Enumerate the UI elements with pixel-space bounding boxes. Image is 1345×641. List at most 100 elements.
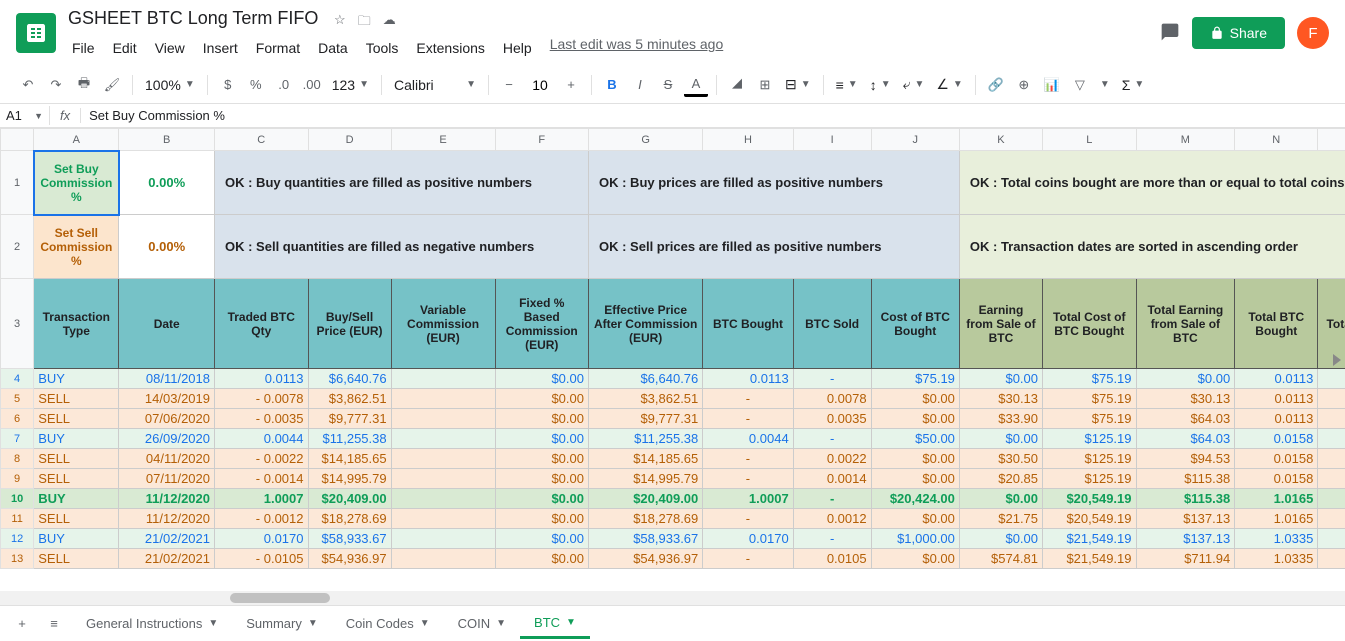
column-header[interactable]: Date (119, 279, 215, 369)
sheet-tab-btc[interactable]: BTC ▼ (520, 609, 590, 639)
cell[interactable]: $18,278.69 (589, 509, 703, 529)
cell[interactable]: $30.50 (959, 449, 1042, 469)
cell[interactable]: $0.00 (495, 449, 589, 469)
col-header-J[interactable]: J (871, 129, 959, 151)
cell[interactable]: $50.00 (871, 429, 959, 449)
cell[interactable]: $0.00 (959, 529, 1042, 549)
cell[interactable]: 0.0044 (215, 429, 309, 449)
cell[interactable]: $20,409.00 (308, 489, 391, 509)
cell[interactable]: 1.0165 (1235, 509, 1318, 529)
row-header[interactable]: 1 (1, 151, 34, 215)
cell[interactable]: $125.19 (1043, 449, 1137, 469)
cell[interactable]: SELL (34, 509, 119, 529)
cell[interactable]: 1.0007 (703, 489, 793, 509)
filter-views-button[interactable]: ▼ (1096, 77, 1114, 92)
menu-data[interactable]: Data (310, 36, 356, 60)
cell[interactable]: 11/12/2020 (119, 509, 215, 529)
cell[interactable]: 0.0158 (1235, 449, 1318, 469)
cell[interactable]: - (703, 389, 793, 409)
chart-button[interactable]: 📊 (1040, 73, 1064, 97)
add-sheet-button[interactable]: + (8, 610, 36, 638)
sheets-logo[interactable] (16, 13, 56, 53)
cell[interactable]: $58,933.67 (589, 529, 703, 549)
horizontal-scrollbar[interactable] (0, 591, 1345, 605)
cell[interactable] (391, 409, 495, 429)
cell[interactable]: 0.0113 (1235, 409, 1318, 429)
cell[interactable]: $0.00 (495, 389, 589, 409)
cell[interactable]: 0.0014 (793, 469, 871, 489)
print-button[interactable]: 🖶 (72, 73, 96, 97)
cell[interactable]: $21.75 (959, 509, 1042, 529)
cell[interactable]: $0.00 (871, 509, 959, 529)
cell[interactable]: 1.0007 (215, 489, 309, 509)
merge-button[interactable]: ⊟▼ (781, 74, 815, 95)
cell[interactable]: $75.19 (1043, 409, 1137, 429)
cell[interactable]: $54,936.97 (589, 549, 703, 569)
cell[interactable]: SELL (34, 449, 119, 469)
all-sheets-button[interactable]: ≡ (40, 610, 68, 638)
cell[interactable]: SELL (34, 549, 119, 569)
document-title[interactable]: GSHEET BTC Long Term FIFO (64, 6, 322, 31)
last-edit-link[interactable]: Last edit was 5 minutes ago (550, 36, 724, 60)
cell[interactable]: 21/02/2021 (119, 529, 215, 549)
cell[interactable]: $0.00 (1136, 369, 1235, 389)
dec-increase-button[interactable]: .00 (300, 73, 324, 97)
cell[interactable]: 0.0044 (703, 429, 793, 449)
cell[interactable]: $20.85 (959, 469, 1042, 489)
cell[interactable]: $0.00 (871, 389, 959, 409)
cell[interactable]: $0.00 (959, 369, 1042, 389)
text-color-button[interactable]: A (684, 73, 708, 97)
cell[interactable]: $125.19 (1043, 429, 1137, 449)
cell[interactable]: $0.00 (871, 409, 959, 429)
cell[interactable]: BUY (34, 489, 119, 509)
spreadsheet-grid[interactable]: ABCDEFGHIJKLMN 1 Set Buy Commission % 0.… (0, 128, 1345, 591)
share-button[interactable]: Share (1192, 17, 1285, 49)
column-header[interactable]: Total BTC Bought (1235, 279, 1318, 369)
halign-button[interactable]: ≡▼ (832, 75, 862, 95)
font-select[interactable]: Calibri▼ (390, 75, 480, 95)
cell[interactable]: $30.13 (1136, 389, 1235, 409)
col-header-B[interactable]: B (119, 129, 215, 151)
cell[interactable]: $9,777.31 (308, 409, 391, 429)
cell[interactable]: - (703, 469, 793, 489)
column-header[interactable]: Earning from Sale of BTC (959, 279, 1042, 369)
menu-view[interactable]: View (147, 36, 193, 60)
cell[interactable]: 1.0335 (1235, 529, 1318, 549)
cell[interactable]: 0.0113 (1235, 369, 1318, 389)
cell[interactable]: $137.13 (1136, 529, 1235, 549)
row-header[interactable]: 10 (1, 489, 34, 509)
cell[interactable] (1318, 389, 1345, 409)
cell[interactable] (1318, 489, 1345, 509)
cell[interactable]: $20,409.00 (589, 489, 703, 509)
cell[interactable]: 07/06/2020 (119, 409, 215, 429)
sheet-tab-coin-codes[interactable]: Coin Codes ▼ (332, 609, 444, 639)
cell[interactable]: $0.00 (959, 489, 1042, 509)
cell[interactable]: 11/12/2020 (119, 489, 215, 509)
rotate-button[interactable]: ∠▼ (932, 74, 966, 95)
cell[interactable]: $75.19 (1043, 389, 1137, 409)
cell[interactable]: - 0.0014 (215, 469, 309, 489)
cell[interactable]: BUY (34, 429, 119, 449)
star-icon[interactable]: ☆ (334, 12, 346, 34)
cell[interactable]: $14,995.79 (308, 469, 391, 489)
cell[interactable]: - (793, 529, 871, 549)
functions-button[interactable]: Σ▼ (1118, 75, 1149, 95)
cell[interactable]: $20,549.19 (1043, 509, 1137, 529)
cell[interactable]: - (793, 369, 871, 389)
currency-button[interactable]: $ (216, 73, 240, 97)
cell[interactable]: $20,424.00 (871, 489, 959, 509)
col-header-G[interactable]: G (589, 129, 703, 151)
cell[interactable]: 0.0105 (793, 549, 871, 569)
cell[interactable]: $54,936.97 (308, 549, 391, 569)
sheet-tab-coin[interactable]: COIN ▼ (444, 609, 520, 639)
cell[interactable]: $75.19 (1043, 369, 1137, 389)
cell-C1[interactable]: OK : Buy quantities are filled as positi… (215, 151, 589, 215)
font-size-minus[interactable]: − (497, 73, 521, 97)
cell[interactable] (1318, 469, 1345, 489)
cell[interactable] (391, 469, 495, 489)
cell-A2[interactable]: Set Sell Commission % (34, 215, 119, 279)
cell[interactable]: - 0.0022 (215, 449, 309, 469)
fill-color-button[interactable]: ◢ (725, 73, 749, 97)
move-icon[interactable]: 🗀 (358, 12, 371, 34)
cell[interactable]: $0.00 (495, 469, 589, 489)
